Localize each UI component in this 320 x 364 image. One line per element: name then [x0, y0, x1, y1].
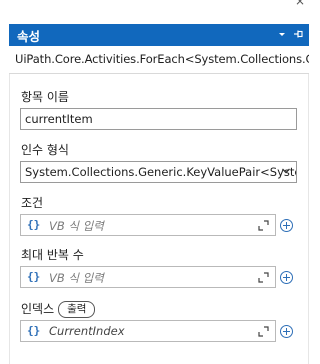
close-icon[interactable]: ×	[295, 0, 305, 8]
panel-title: 속성	[17, 28, 41, 44]
type-argument-value: System.Collections.Generic.KeyValuePair<…	[25, 165, 297, 179]
chevron-down-icon	[282, 168, 290, 174]
condition-label: 조건	[21, 196, 44, 210]
condition-placeholder: VB 식 입력	[49, 219, 104, 233]
index-expression-field[interactable]: {} CurrentIndex	[20, 320, 276, 342]
type-argument-label: 인수 형식	[21, 143, 69, 157]
pin-icon[interactable]	[291, 27, 305, 41]
index-value: CurrentIndex	[49, 324, 125, 338]
condition-add-variable-icon[interactable]	[280, 219, 293, 232]
item-name-field[interactable]: currentItem	[20, 108, 297, 130]
max-iterations-placeholder: VB 식 입력	[49, 271, 104, 285]
max-iterations-add-variable-icon[interactable]	[280, 271, 293, 284]
index-add-variable-icon[interactable]	[280, 325, 293, 338]
item-name-value: currentItem	[25, 112, 93, 126]
expression-icon: {}	[27, 324, 41, 337]
chevron-down-icon[interactable]	[275, 27, 289, 41]
expression-icon: {}	[27, 218, 41, 231]
expand-editor-icon[interactable]	[258, 326, 269, 337]
max-iterations-expression-field[interactable]: {} VB 식 입력	[20, 266, 276, 288]
type-argument-select[interactable]: System.Collections.Generic.KeyValuePair<…	[20, 161, 297, 183]
max-iterations-label: 최대 반복 수	[21, 248, 84, 262]
properties-panel-header: 속성	[9, 24, 309, 46]
window-top-strip: ×	[0, 0, 317, 24]
activity-type-name: UiPath.Core.Activities.ForEach<System.Co…	[9, 46, 309, 74]
item-name-label: 항목 이름	[21, 90, 69, 104]
index-label-row: 인덱스 출력	[21, 300, 96, 318]
output-badge: 출력	[58, 301, 96, 318]
expand-editor-icon[interactable]	[258, 220, 269, 231]
index-label: 인덱스	[21, 302, 55, 316]
expand-editor-icon[interactable]	[258, 272, 269, 283]
condition-expression-field[interactable]: {} VB 식 입력	[20, 214, 276, 236]
expression-icon: {}	[27, 270, 41, 283]
